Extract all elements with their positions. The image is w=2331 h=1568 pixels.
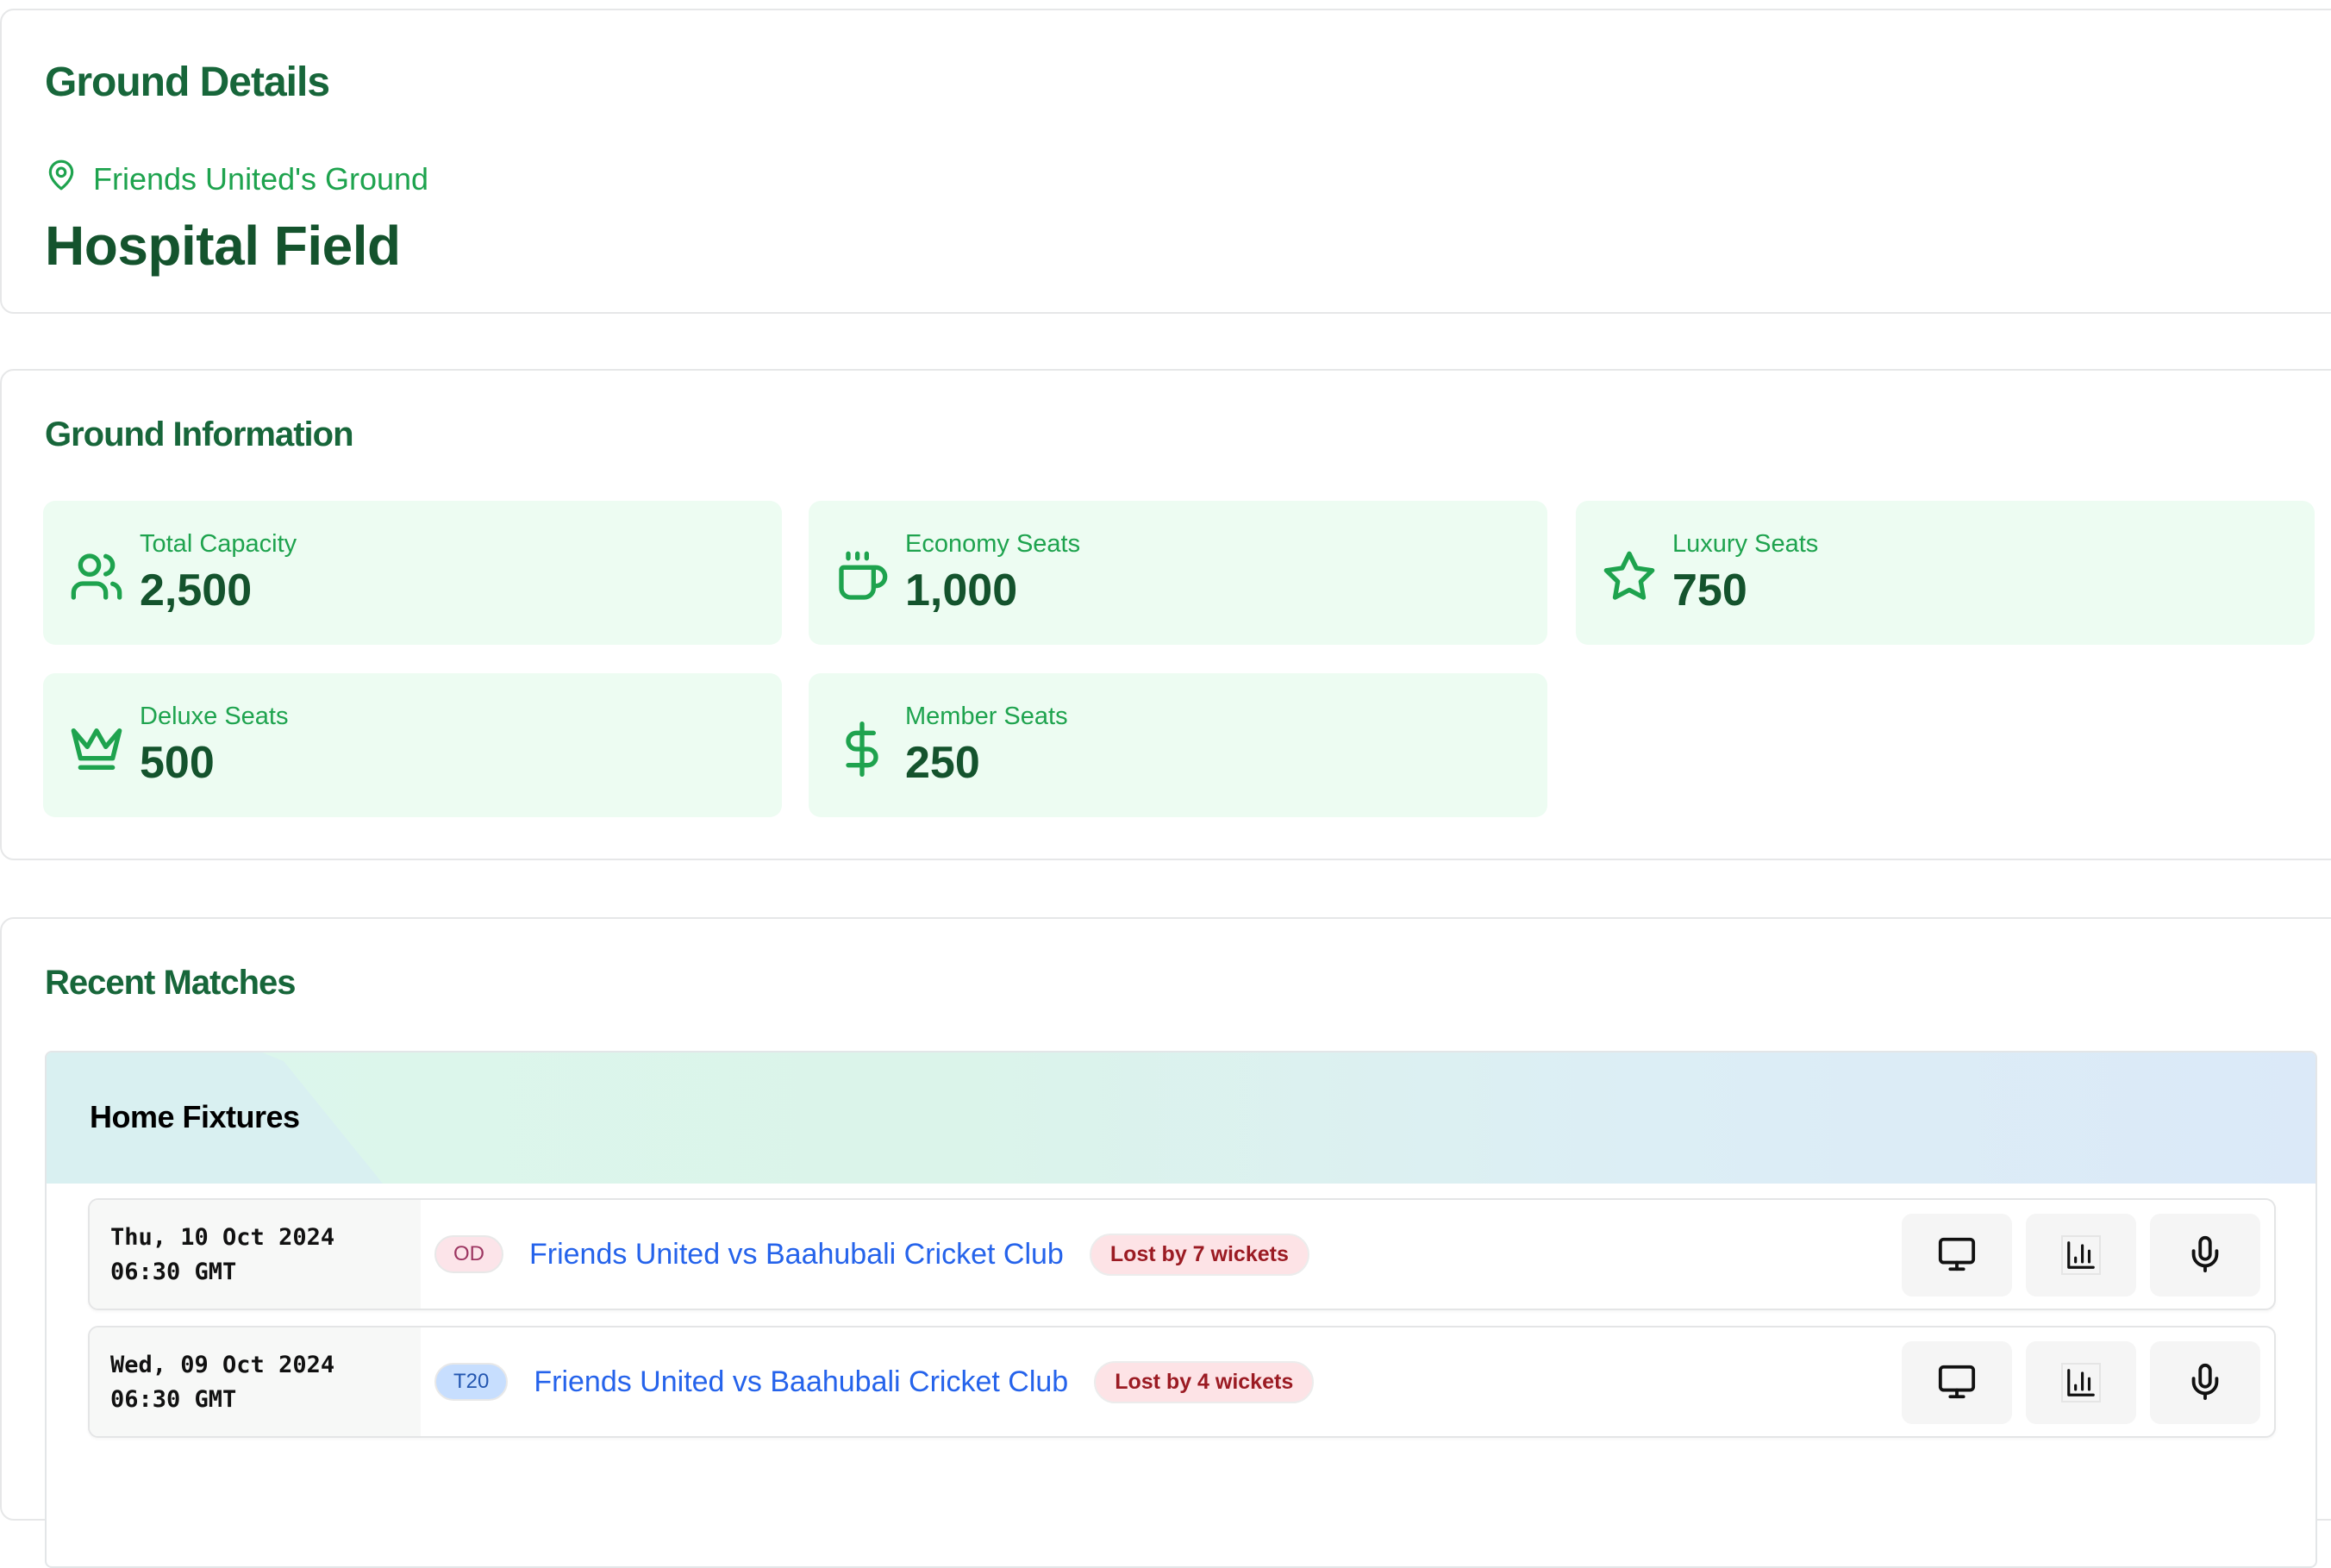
match-link[interactable]: Friends United vs Baahubali Cricket Club xyxy=(529,1238,1064,1271)
match-time: 06:30 GMT xyxy=(110,1259,237,1285)
match-row: Thu, 10 Oct 2024 06:30 GMT OD Friends Un… xyxy=(88,1198,2276,1310)
dollar-icon xyxy=(834,722,890,777)
stat-deluxe-seats: Deluxe Seats 500 xyxy=(43,673,782,817)
stat-economy-seats: Economy Seats 1,000 xyxy=(809,501,1547,645)
stat-value: 1,000 xyxy=(905,565,1018,615)
stat-label: Deluxe Seats xyxy=(140,703,289,730)
stat-value: 750 xyxy=(1672,565,1747,615)
users-icon xyxy=(69,549,124,604)
home-fixtures: Home Fixtures Thu, 10 Oct 2024 06:30 GMT… xyxy=(45,1051,2317,1568)
recent-matches-panel: Recent Matches Home Fixtures Thu, 10 Oct… xyxy=(0,917,2331,1568)
ground-owner: Friends United's Ground xyxy=(45,159,428,199)
stat-value: 500 xyxy=(140,738,215,788)
coffee-cup-icon xyxy=(834,549,890,604)
stat-label: Member Seats xyxy=(905,703,1068,730)
stat-label: Economy Seats xyxy=(905,530,1081,558)
crown-icon xyxy=(69,722,124,777)
stats-button[interactable] xyxy=(2026,1341,2136,1424)
stat-label: Luxury Seats xyxy=(1672,530,1819,558)
ground-information-title: Ground Information xyxy=(45,415,354,453)
home-fixtures-header: Home Fixtures xyxy=(47,1053,2315,1184)
microphone-icon xyxy=(2185,1234,2225,1277)
stat-luxury-seats: Luxury Seats 750 xyxy=(1576,501,2315,645)
ground-information-panel: Ground Information Total Capacity 2,500 … xyxy=(0,369,2331,860)
commentary-button[interactable] xyxy=(2150,1341,2260,1424)
monitor-icon xyxy=(1937,1362,1977,1404)
recent-matches-title: Recent Matches xyxy=(45,964,297,1002)
scorecard-button[interactable] xyxy=(1902,1214,2012,1296)
format-badge: OD xyxy=(434,1235,503,1273)
stat-value: 2,500 xyxy=(140,565,253,615)
stat-label: Total Capacity xyxy=(140,530,297,558)
match-datetime: Thu, 10 Oct 2024 06:30 GMT xyxy=(90,1200,421,1309)
home-fixtures-title: Home Fixtures xyxy=(90,1099,300,1134)
stats-button[interactable] xyxy=(2026,1214,2136,1296)
microphone-icon xyxy=(2185,1362,2225,1404)
map-pin-icon xyxy=(45,159,78,199)
bar-chart-icon xyxy=(2061,1235,2101,1275)
ground-name: Hospital Field xyxy=(45,215,401,277)
star-icon xyxy=(1602,549,1657,604)
format-badge: T20 xyxy=(434,1363,509,1401)
stat-value: 250 xyxy=(905,738,980,788)
result-badge: Lost by 4 wickets xyxy=(1094,1360,1315,1403)
stat-member-seats: Member Seats 250 xyxy=(809,673,1547,817)
monitor-icon xyxy=(1937,1234,1977,1277)
match-link[interactable]: Friends United vs Baahubali Cricket Club xyxy=(534,1365,1068,1399)
result-badge: Lost by 7 wickets xyxy=(1089,1233,1309,1276)
match-row: Wed, 09 Oct 2024 06:30 GMT T20 Friends U… xyxy=(88,1326,2276,1438)
scorecard-button[interactable] xyxy=(1902,1341,2012,1424)
match-date: Thu, 10 Oct 2024 xyxy=(110,1224,335,1251)
ground-details-panel: Ground Details Friends United's Ground H… xyxy=(0,9,2331,314)
ground-details-title: Ground Details xyxy=(45,59,330,105)
ground-owner-label: Friends United's Ground xyxy=(93,160,429,197)
match-datetime: Wed, 09 Oct 2024 06:30 GMT xyxy=(90,1327,421,1436)
match-time: 06:30 GMT xyxy=(110,1386,237,1413)
stat-total-capacity: Total Capacity 2,500 xyxy=(43,501,782,645)
commentary-button[interactable] xyxy=(2150,1214,2260,1296)
bar-chart-icon xyxy=(2061,1363,2101,1402)
match-date: Wed, 09 Oct 2024 xyxy=(110,1352,335,1378)
